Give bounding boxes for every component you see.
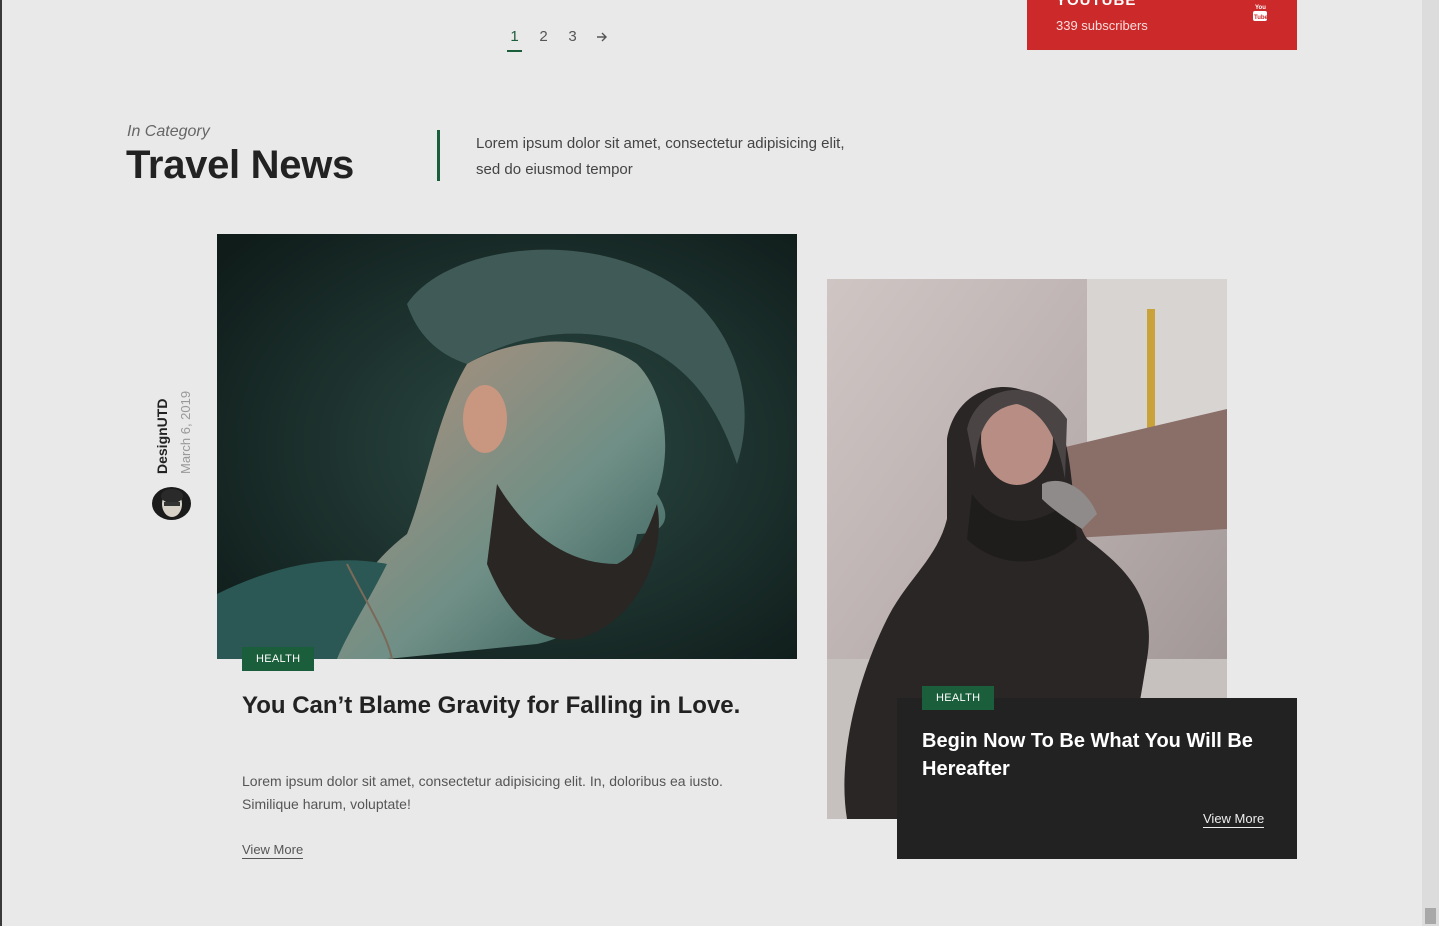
- next-page-button[interactable]: [587, 28, 616, 50]
- section-title: Travel News: [126, 143, 354, 187]
- page-link-2[interactable]: 2: [529, 28, 558, 50]
- view-more-link[interactable]: View More: [242, 842, 304, 859]
- youtube-icon: You Tube: [1253, 5, 1268, 21]
- section-divider: [437, 130, 440, 181]
- side-view-more-link[interactable]: View More: [1203, 811, 1265, 828]
- vertical-scrollbar[interactable]: [1422, 0, 1439, 926]
- post-date: March 6, 2019: [178, 390, 193, 474]
- youtube-subscribers: 339 subscribers: [1056, 18, 1148, 33]
- youtube-label: YOUTUBE: [1056, 0, 1137, 9]
- author-name[interactable]: DesignUTD: [154, 399, 170, 474]
- scrollbar-thumb[interactable]: [1425, 908, 1436, 924]
- page-link-3[interactable]: 3: [558, 28, 587, 50]
- featured-post-image[interactable]: [217, 234, 797, 660]
- page-link-1[interactable]: 1: [500, 28, 529, 52]
- featured-post-title[interactable]: You Can’t Blame Gravity for Falling in L…: [242, 689, 762, 722]
- svg-text:Tube: Tube: [1254, 15, 1268, 21]
- category-badge[interactable]: HEALTH: [242, 647, 315, 671]
- youtube-widget[interactable]: YOUTUBE 339 subscribers You Tube: [1027, 0, 1297, 50]
- avatar[interactable]: [152, 487, 191, 520]
- featured-post-excerpt: Lorem ipsum dolor sit amet, consectetur …: [242, 773, 723, 812]
- side-category-badge[interactable]: HEALTH: [922, 686, 995, 710]
- section-kicker: In Category: [127, 123, 210, 140]
- arrow-right-icon: [596, 32, 607, 42]
- svg-text:You: You: [1255, 5, 1266, 11]
- pagination: 1 2 3: [500, 28, 616, 52]
- side-post-title[interactable]: Begin Now To Be What You Will Be Hereaft…: [922, 727, 1272, 783]
- section-description: Lorem ipsum dolor sit amet, consectetur …: [476, 135, 845, 178]
- page-left-border: [0, 0, 2, 926]
